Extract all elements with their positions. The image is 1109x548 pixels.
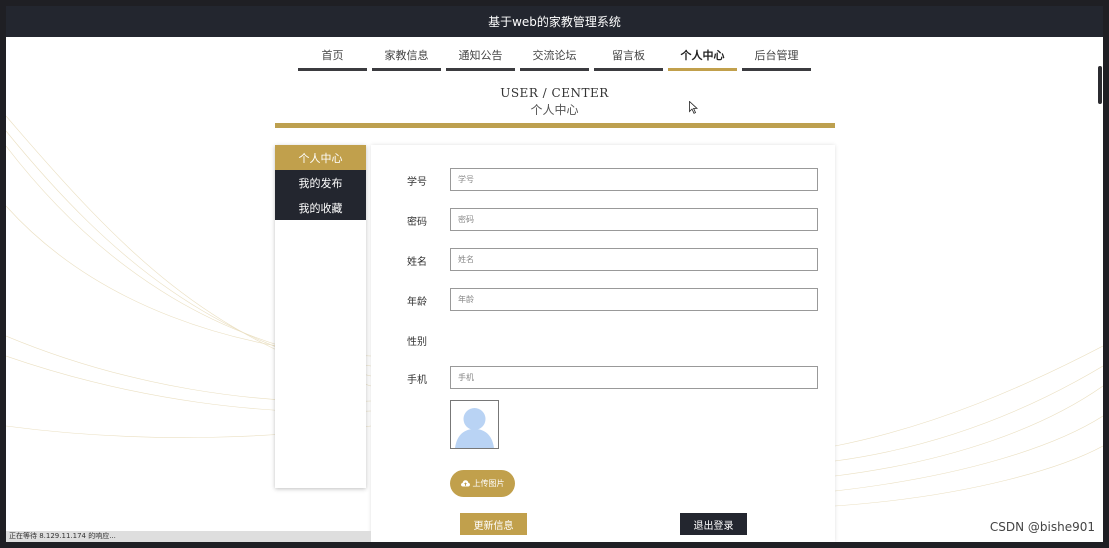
avatar-placeholder-icon xyxy=(451,401,498,448)
profile-form-panel: 学号 密码 姓名 年龄 性别 手机 xyxy=(371,145,835,542)
upload-image-label: 上传图片 xyxy=(472,479,505,488)
gender-label: 性别 xyxy=(407,337,427,348)
app-title: 基于web的家教管理系统 xyxy=(488,15,621,29)
nav-item-label: 通知公告 xyxy=(458,49,503,62)
sidebar-item-label: 我的发布 xyxy=(298,176,343,190)
browser-status-bar: 正在等待 8.129.11.174 的响应... xyxy=(6,531,371,542)
form-row-gender: 性别 xyxy=(371,328,835,352)
name-input[interactable] xyxy=(450,248,818,271)
sidebar-item-label: 个人中心 xyxy=(298,151,343,165)
app-title-bar: 基于web的家教管理系统 xyxy=(6,6,1103,37)
sidebar-item-my-favorites[interactable]: 我的收藏 xyxy=(275,195,366,220)
mouse-cursor-icon xyxy=(689,101,698,114)
nav-item-tutor-info[interactable]: 家教信息 xyxy=(372,43,441,71)
section-heading-cn: 个人中心 xyxy=(530,103,579,117)
section-heading-en: USER / CENTER xyxy=(500,86,609,100)
form-row-phone: 手机 xyxy=(371,366,835,390)
browser-frame: 基于web的家教管理系统 首页 家教信息 通知公告 交流论坛 留言板 个人中心 … xyxy=(0,0,1109,548)
age-label: 年龄 xyxy=(407,297,427,308)
sidebar-item-my-posts[interactable]: 我的发布 xyxy=(275,170,366,195)
phone-label: 手机 xyxy=(407,375,427,386)
password-label: 密码 xyxy=(407,217,427,228)
nav-item-forum[interactable]: 交流论坛 xyxy=(520,43,589,71)
nav-item-label: 个人中心 xyxy=(680,49,725,62)
watermark-text: CSDN @bishe901 xyxy=(989,520,1095,534)
nav-item-home[interactable]: 首页 xyxy=(298,43,367,71)
nav-item-label: 交流论坛 xyxy=(532,49,577,62)
logout-label: 退出登录 xyxy=(693,520,734,532)
nav-item-message-board[interactable]: 留言板 xyxy=(594,43,663,71)
form-row-password: 密码 xyxy=(371,208,835,232)
nav-item-label: 后台管理 xyxy=(754,49,799,62)
phone-input[interactable] xyxy=(450,366,818,389)
section-heading: USER / CENTER 个人中心 xyxy=(6,86,1103,118)
name-label: 姓名 xyxy=(407,257,427,268)
form-row-student-id: 学号 xyxy=(371,168,835,192)
student-id-input[interactable] xyxy=(450,168,818,191)
avatar-preview xyxy=(450,400,499,449)
user-sidebar: 个人中心 我的发布 我的收藏 xyxy=(275,145,366,488)
nav-item-label: 家教信息 xyxy=(384,49,429,62)
age-input[interactable] xyxy=(450,288,818,311)
sidebar-item-user-center[interactable]: 个人中心 xyxy=(275,145,366,170)
page-scrollbar[interactable] xyxy=(1098,66,1102,104)
update-info-label: 更新信息 xyxy=(473,520,514,532)
nav-item-notices[interactable]: 通知公告 xyxy=(446,43,515,71)
form-row-name: 姓名 xyxy=(371,248,835,272)
update-info-button[interactable]: 更新信息 xyxy=(460,513,527,535)
main-nav: 首页 家教信息 通知公告 交流论坛 留言板 个人中心 后台管理 xyxy=(6,43,1103,71)
section-divider xyxy=(275,123,835,128)
nav-item-label: 留言板 xyxy=(612,49,645,62)
status-text: 正在等待 8.129.11.174 的响应... xyxy=(9,532,116,540)
cloud-upload-icon xyxy=(460,480,470,487)
upload-image-button[interactable]: 上传图片 xyxy=(450,470,515,497)
logout-button[interactable]: 退出登录 xyxy=(680,513,747,535)
form-row-age: 年龄 xyxy=(371,288,835,312)
nav-item-label: 首页 xyxy=(321,49,344,62)
nav-item-admin[interactable]: 后台管理 xyxy=(742,43,811,71)
student-id-label: 学号 xyxy=(407,177,427,188)
nav-item-user-center[interactable]: 个人中心 xyxy=(668,43,737,71)
sidebar-item-label: 我的收藏 xyxy=(298,201,343,215)
password-input[interactable] xyxy=(450,208,818,231)
